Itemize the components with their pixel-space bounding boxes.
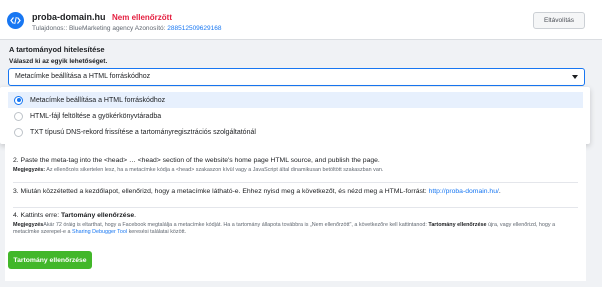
option-meta-tag[interactable]: Metacímke beállítása a HTML forráskódhoz	[8, 92, 583, 108]
option-label: HTML-fájl feltöltése a gyökérkönyvtáradb…	[30, 112, 162, 120]
owner-line: Tulajdonos:: BlueMarketing agency Azonos…	[32, 25, 222, 32]
select-value: Metacímke beállítása a HTML forráskódhoz	[15, 73, 151, 80]
note-label: Megjegyzés:	[13, 167, 46, 173]
verify-domain-button[interactable]: Tartomány ellenőrzése	[8, 251, 92, 269]
status-badge: Nem ellenőrzött	[112, 13, 173, 22]
radio-icon[interactable]	[14, 111, 23, 121]
step-3-label: 3. Miután közzétetted a kezdőlapot, elle…	[13, 188, 429, 195]
domain-link[interactable]: http://proba-domain.hu/	[429, 188, 499, 195]
note-action: Tartomány ellenőrzése	[428, 222, 487, 228]
radio-selected-icon[interactable]	[14, 95, 23, 105]
option-dns-txt[interactable]: TXT típusú DNS-rekord frissítése a tarto…	[8, 124, 583, 140]
chevron-down-icon[interactable]	[572, 75, 578, 79]
option-label: TXT típusú DNS-rekord frissítése a tarto…	[30, 128, 256, 136]
step-3-text: 3. Miután közzétetted a kezdőlapot, elle…	[13, 188, 578, 195]
step-4-note: MegjegyzésAkár 72 óráig is eltarthat, ho…	[13, 222, 578, 237]
note-text: keresési találatai között.	[127, 229, 187, 236]
step-3-suffix: .	[498, 188, 501, 195]
step-4: 4. Kattints erre: Tartomány ellenőrzése.…	[13, 212, 578, 246]
code-icon	[7, 12, 24, 29]
option-label: Metacímke beállítása a HTML forráskódhoz	[30, 96, 166, 104]
step-3: 3. Miután közzétetted a kezdőlapot, elle…	[13, 188, 578, 208]
step-2-text: 2. Paste the meta-tag into the <head> … …	[13, 157, 380, 164]
verification-method-select[interactable]: Metacímke beállítása a HTML forráskódhoz	[8, 68, 585, 86]
choose-option-label: Válaszd ki az egyik lehetőséget.	[9, 58, 108, 65]
step-4-suffix: .	[134, 212, 137, 219]
step-4-text: 4. Kattints erre: Tartomány ellenőrzése.	[13, 212, 578, 219]
verification-method-dropdown: Metacímke beállítása a HTML forráskódhoz…	[0, 87, 590, 144]
step-4-label: 4. Kattints erre:	[13, 212, 61, 219]
owner-label: Tulajdonos:: BlueMarketing agency Azonos…	[32, 25, 168, 32]
note-text: Az ellenőrzés sikertelen lesz, ha a meta…	[45, 167, 384, 173]
remove-button[interactable]: Eltávolítás	[533, 12, 585, 29]
domain-name: proba-domain.hu	[32, 12, 106, 22]
section-title: A tartományod hitelesítése	[9, 45, 105, 54]
instructions-card: 2. Paste the meta-tag into the <head> … …	[5, 144, 586, 281]
step-4-action: Tartomány ellenőrzése	[60, 212, 135, 219]
radio-icon[interactable]	[14, 127, 23, 137]
sharing-debugger-link[interactable]: Sharing Debugger Tool	[72, 229, 127, 235]
owner-id-link[interactable]: 288512509629168	[167, 25, 221, 32]
option-html-file[interactable]: HTML-fájl feltöltése a gyökérkönyvtáradb…	[8, 108, 583, 124]
step-2: 2. Paste the meta-tag into the <head> … …	[13, 157, 578, 183]
domain-header: proba-domain.hu Nem ellenőrzött Tulajdon…	[0, 0, 602, 40]
note-label: Megjegyzés	[13, 222, 44, 228]
note-text: Akár 72 óráig is eltarthat, hogy a Faceb…	[43, 222, 429, 228]
step-2-note: Megjegyzés: Az ellenőrzés sikertelen les…	[13, 167, 578, 174]
